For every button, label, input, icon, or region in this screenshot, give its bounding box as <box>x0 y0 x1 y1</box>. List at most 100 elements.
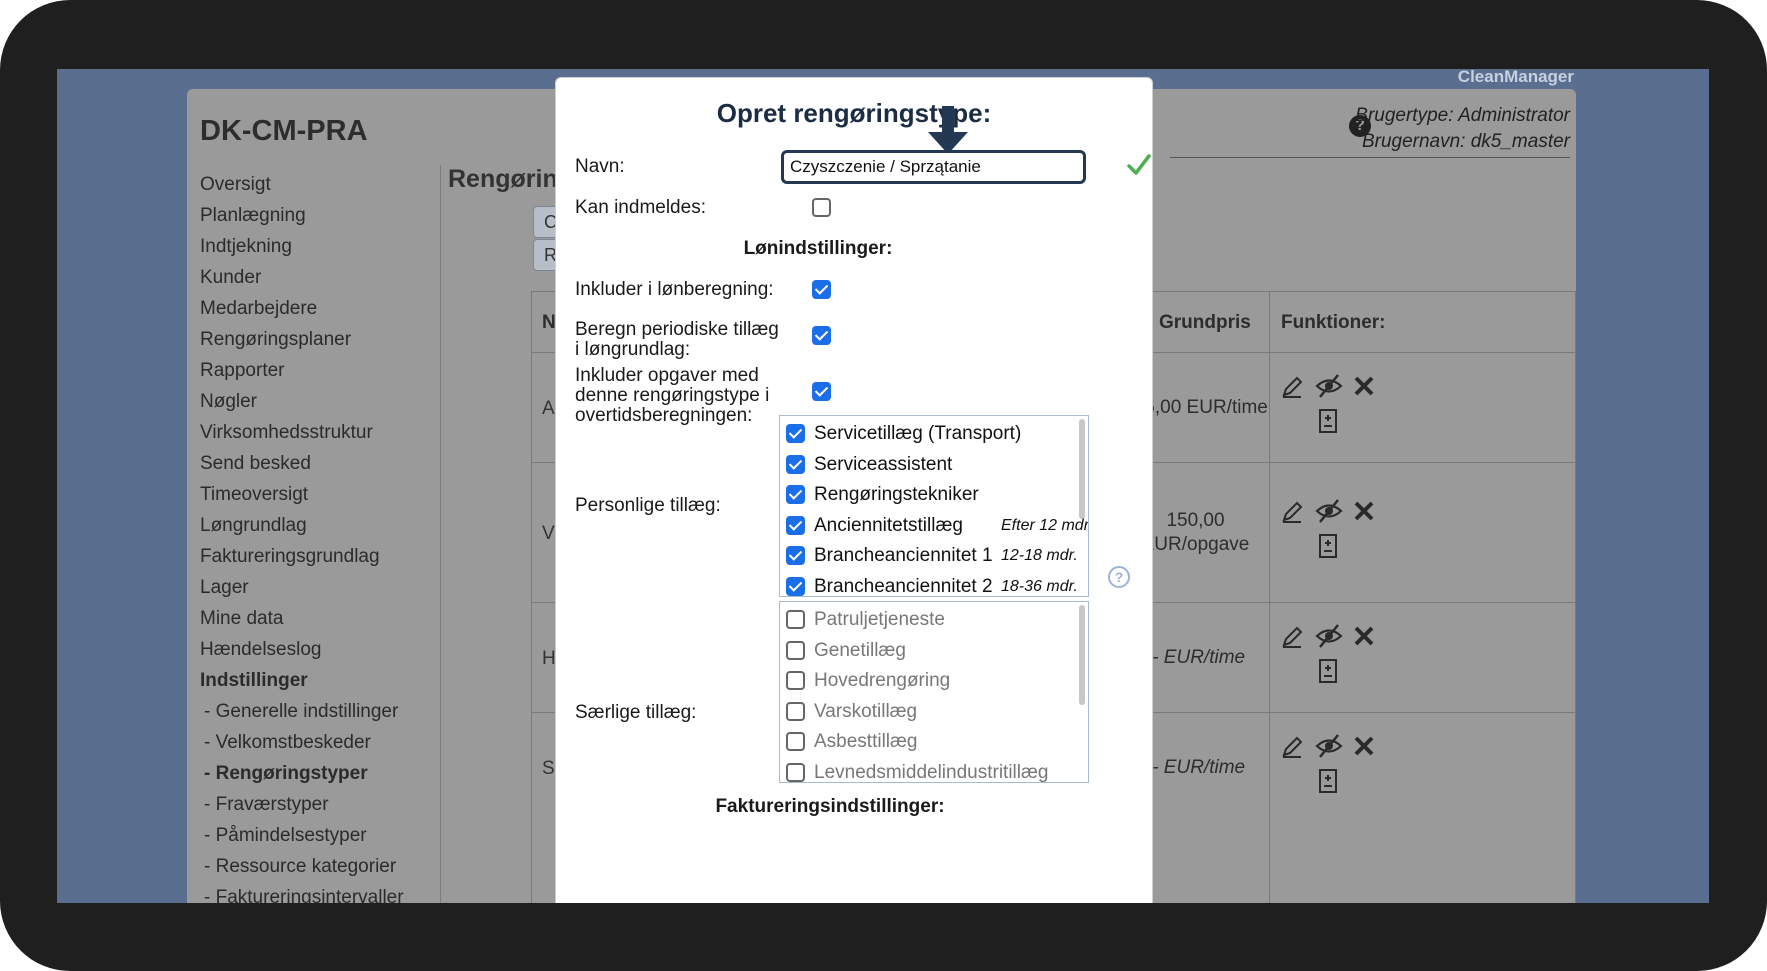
list-item-checkbox[interactable] <box>786 640 805 660</box>
app-title: DK-CM-PRA <box>200 115 368 147</box>
list-item-checkbox[interactable] <box>786 424 805 443</box>
personal-supplements-label: Personlige tillæg: <box>575 495 721 516</box>
sidebar-subitem[interactable]: - Påmindelsestyper <box>200 820 404 851</box>
list-item-label: Patruljetjeneste <box>814 609 945 630</box>
include-payroll-label: Inkluder i lønberegning: <box>575 279 774 300</box>
screen: CleanManager DK-CM-PRA ? Brugertype: Adm… <box>57 69 1709 903</box>
sidebar-item[interactable]: Hændelseslog <box>200 634 404 665</box>
sidebar-item[interactable]: Virksomhedsstruktur <box>200 417 404 448</box>
list-item-label: Brancheanciennitet 1 <box>814 545 993 566</box>
scrollbar[interactable] <box>1079 419 1085 519</box>
list-item-checkbox[interactable] <box>786 454 805 474</box>
include-payroll-checkbox[interactable] <box>812 280 831 299</box>
calculator-icon[interactable] <box>1319 769 1337 793</box>
name-label: Navn: <box>575 156 625 177</box>
hide-icon[interactable] <box>1315 498 1343 524</box>
user-type: Brugertype: Administrator <box>1355 105 1570 126</box>
column-header-functions: Funktioner: <box>1281 312 1386 333</box>
list-item-label: Anciennitetstillæg <box>814 514 963 536</box>
edit-icon[interactable] <box>1280 375 1304 399</box>
periodic-label-line: i løngrundlag: <box>575 339 691 360</box>
delete-icon[interactable] <box>1353 375 1375 397</box>
user-name: Brugernavn: dk5_master <box>1361 131 1570 152</box>
periodic-supplement-label: Beregn periodiske tillæg i løngrundlag: <box>575 320 779 360</box>
list-item-checkbox[interactable] <box>786 515 805 535</box>
user-divider <box>1170 157 1570 158</box>
valid-check-icon <box>1127 154 1151 175</box>
calculator-icon[interactable] <box>1319 659 1337 683</box>
list-item-note: 18-36 mdr. <box>1001 577 1078 595</box>
overtime-label-line: denne rengøringstype i <box>575 385 770 406</box>
personal-supplements-list[interactable]: Servicetillæg (Transport) Serviceassisten… <box>779 415 1089 597</box>
sidebar-item[interactable]: Indtjekning <box>200 231 404 262</box>
sidebar-subitem[interactable]: - Ressource kategorier <box>200 851 404 882</box>
sidebar-item[interactable]: Timeoversigt <box>200 479 404 510</box>
list-item-note: 12-18 mdr. <box>1001 547 1078 564</box>
user-info: Brugertype: Administrator Brugernavn: dk… <box>1355 103 1570 155</box>
list-item-label: Hovedrengøring <box>814 670 951 691</box>
sidebar-item[interactable]: Kunder <box>200 262 404 293</box>
list-item-checkbox[interactable] <box>786 485 805 504</box>
sidebar-item[interactable]: Oversigt <box>200 169 404 200</box>
edit-icon[interactable] <box>1280 625 1304 649</box>
help-icon[interactable]: ? <box>1108 566 1130 588</box>
delete-icon[interactable] <box>1353 735 1375 757</box>
edit-icon[interactable] <box>1280 735 1304 759</box>
sidebar-item[interactable]: Løngrundlag <box>200 510 404 541</box>
calculator-icon[interactable] <box>1319 534 1337 558</box>
billing-settings-heading: Faktureringsindstillinger: <box>715 796 945 817</box>
sidebar-subitem[interactable]: - Faktureringsintervaller <box>200 882 404 903</box>
sidebar-subitem[interactable]: - Velkomstbeskeder <box>200 727 404 758</box>
list-item-label: Servicetillæg (Transport) <box>814 423 1022 444</box>
sidebar-item[interactable]: Rapporter <box>200 355 404 386</box>
name-input[interactable] <box>781 150 1086 184</box>
hide-icon[interactable] <box>1315 373 1343 399</box>
overtime-label-line: overtidsberegningen: <box>575 405 753 426</box>
sidebar-divider <box>440 165 441 903</box>
sidebar-item[interactable]: Lager <box>200 572 404 603</box>
list-item-label: Serviceassistent <box>814 453 953 475</box>
column-header-price: Grundpris <box>1159 312 1251 333</box>
scrollbar[interactable] <box>1079 605 1085 705</box>
list-item-checkbox[interactable] <box>786 576 805 596</box>
list-item-checkbox[interactable] <box>786 546 805 565</box>
hide-icon[interactable] <box>1315 623 1343 649</box>
periodic-supplement-checkbox[interactable] <box>812 326 831 345</box>
list-item-label: Asbesttillæg <box>814 731 918 752</box>
device-frame: CleanManager DK-CM-PRA ? Brugertype: Adm… <box>0 0 1767 971</box>
sidebar-subitem[interactable]: - Generelle indstillinger <box>200 696 404 727</box>
sidebar-section-settings[interactable]: Indstillinger <box>200 665 404 696</box>
list-item-checkbox[interactable] <box>786 762 805 782</box>
overtime-label-line: Inkluder opgaver med <box>575 365 759 386</box>
list-item-checkbox[interactable] <box>786 732 805 751</box>
list-item-checkbox[interactable] <box>786 610 805 629</box>
sidebar-item[interactable]: Nøgler <box>200 386 404 417</box>
sidebar-item[interactable]: Medarbejdere <box>200 293 404 324</box>
list-item-note: Efter 12 mdr. <box>1001 516 1089 534</box>
salary-settings-heading: Lønindstillinger: <box>743 238 893 259</box>
create-cleaning-type-dialog: Opret rengøringstype: Navn: Kan indmelde… <box>555 77 1153 903</box>
list-item-checkbox[interactable] <box>786 671 805 690</box>
special-supplements-list[interactable]: Patruljetjeneste Genetillæg Hovedrengøring… <box>779 601 1089 783</box>
sidebar-subitem[interactable]: - Fraværstyper <box>200 789 404 820</box>
overtime-label: Inkluder opgaver med denne rengøringstyp… <box>575 366 769 426</box>
calculator-icon[interactable] <box>1319 409 1337 433</box>
sidebar-item[interactable]: Planlægning <box>200 200 404 231</box>
can-report-checkbox[interactable] <box>812 198 831 217</box>
can-report-label: Kan indmeldes: <box>575 197 706 218</box>
sidebar-subitem[interactable]: - Rengøringstyper <box>200 758 404 789</box>
delete-icon[interactable] <box>1353 625 1375 647</box>
sidebar-item[interactable]: Rengøringsplaner <box>200 324 404 355</box>
special-supplements-label: Særlige tillæg: <box>575 702 697 723</box>
sidebar-item[interactable]: Send besked <box>200 448 404 479</box>
overtime-checkbox[interactable] <box>812 382 831 401</box>
list-item-label: Varskotillæg <box>814 700 918 722</box>
edit-icon[interactable] <box>1280 500 1304 524</box>
dialog-title: Opret rengøringstype: <box>716 98 992 128</box>
brand-logo: CleanManager <box>1457 69 1574 86</box>
hide-icon[interactable] <box>1315 733 1343 759</box>
list-item-checkbox[interactable] <box>786 701 805 721</box>
sidebar-item[interactable]: Mine data <box>200 603 404 634</box>
sidebar-item[interactable]: Faktureringsgrundlag <box>200 541 404 572</box>
delete-icon[interactable] <box>1353 500 1375 522</box>
